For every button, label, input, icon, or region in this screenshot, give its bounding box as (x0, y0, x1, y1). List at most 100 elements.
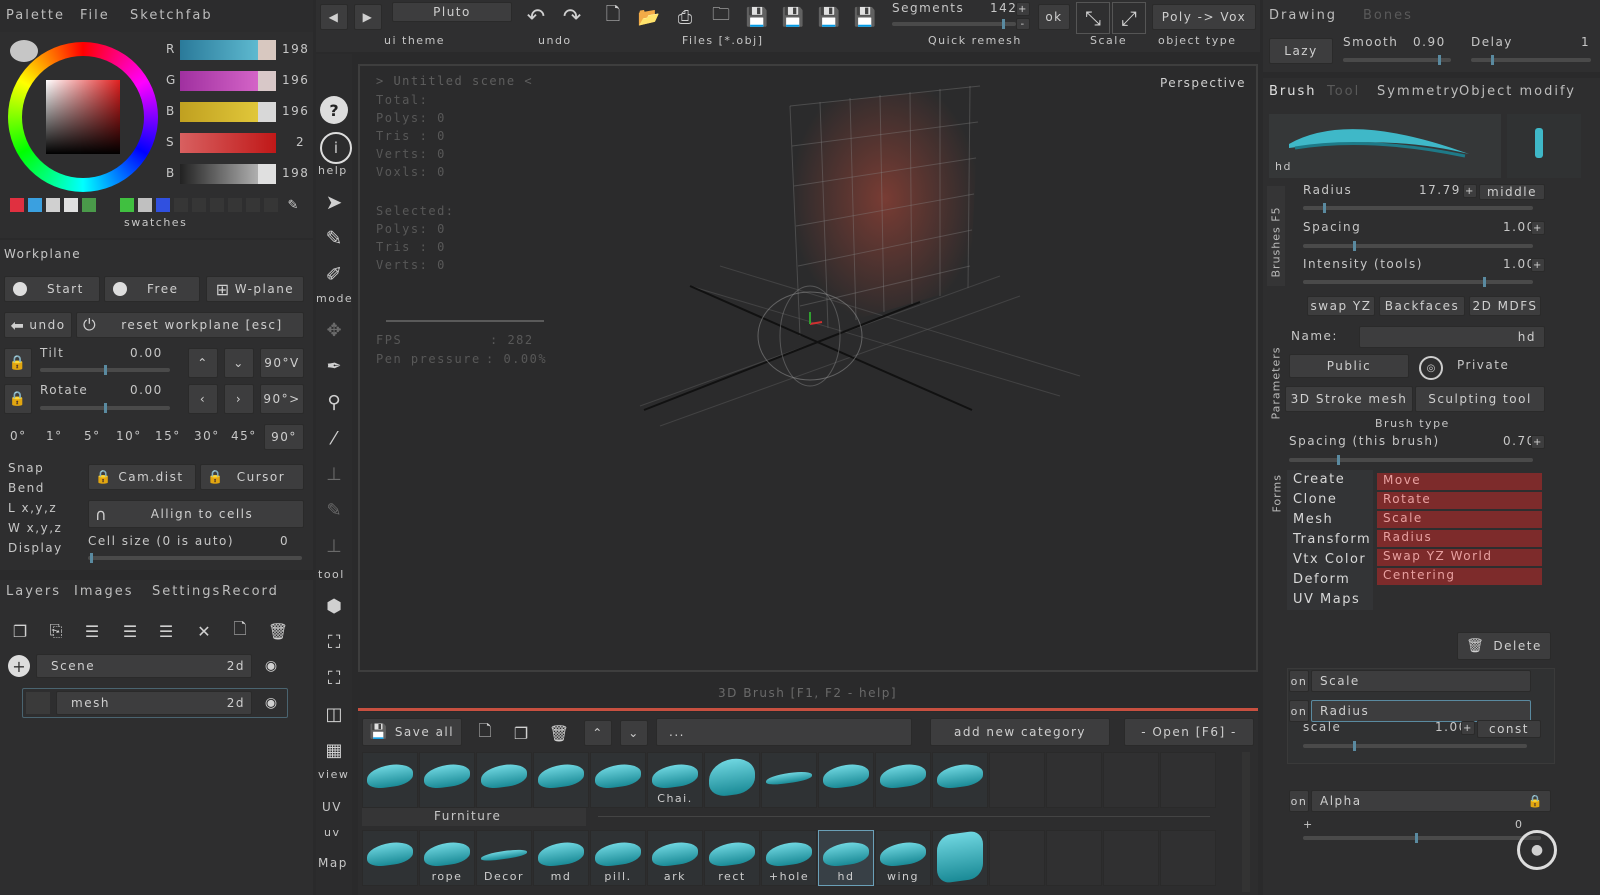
lxyz-label[interactable]: L x,y,z (8, 501, 57, 515)
tab-record[interactable]: Record (222, 584, 279, 599)
alpha-button[interactable]: Alpha 🔒 (1311, 790, 1551, 812)
frame-view-icon[interactable]: ⛶ (320, 628, 348, 656)
brush-thumb[interactable]: ark (647, 830, 703, 886)
grid-view-icon[interactable]: ▦ (320, 736, 348, 764)
brush-thumb[interactable] (533, 752, 589, 808)
swatch[interactable] (210, 198, 224, 212)
brush-thumb[interactable]: Decor (476, 830, 532, 886)
eye-icon[interactable]: ◉ (258, 655, 284, 677)
theme-next-button[interactable]: ▶ (354, 4, 382, 30)
rotate-lock-button[interactable]: 🔒 (4, 384, 32, 414)
open-library-button[interactable]: - Open [F6] - (1124, 718, 1254, 746)
name-field[interactable]: hd (1359, 326, 1545, 348)
angle-30[interactable]: 30° (194, 429, 220, 443)
knife-tool-icon[interactable]: ⁄ (320, 424, 348, 452)
brush-thumb[interactable] (704, 752, 760, 808)
empty-slot[interactable] (1160, 752, 1216, 808)
brushes-side-tab[interactable]: Brushes F5 (1267, 186, 1285, 286)
stroke-mesh-button[interactable]: 3D Stroke mesh (1285, 386, 1413, 412)
wplane-button[interactable]: ⊞ W-plane (206, 276, 304, 302)
move-tool-icon[interactable]: ✥ (320, 316, 348, 344)
tab-object-modify[interactable]: Object modify (1459, 84, 1576, 99)
color-square[interactable] (46, 80, 120, 154)
trash-icon[interactable]: 🗑 (546, 720, 572, 746)
delete-button[interactable]: 🗑 Delete (1457, 632, 1551, 660)
brush-thumb[interactable] (761, 752, 817, 808)
brush-thumb[interactable] (419, 752, 475, 808)
radius-on-toggle[interactable]: on (1289, 700, 1309, 722)
angle-15[interactable]: 15° (155, 429, 181, 443)
menu-mesh[interactable]: Mesh (1293, 512, 1333, 527)
camdist-button[interactable]: 🔒 Cam.dist (88, 464, 196, 490)
duplicate-layer-icon[interactable]: ❐ (6, 618, 34, 644)
angle-90-button[interactable]: 90° (264, 424, 304, 450)
angle-45[interactable]: 45° (231, 429, 257, 443)
brush-thumb[interactable] (590, 752, 646, 808)
map-label[interactable]: Map (318, 856, 348, 870)
reset-workplane-button[interactable]: ⏻ reset workplane [esc] (76, 312, 304, 338)
layer-mesh[interactable]: mesh 2d (56, 691, 252, 715)
angle-0[interactable]: 0° (10, 429, 27, 443)
swatch[interactable] (46, 198, 60, 212)
forms-side-tab[interactable]: Forms (1267, 440, 1285, 512)
intensity-plus-button[interactable]: + (1531, 258, 1545, 272)
trash-icon[interactable]: 🗑 (264, 618, 292, 644)
angle-10[interactable]: 10° (116, 429, 142, 443)
radius-plus-button[interactable]: + (1463, 184, 1477, 198)
rotate-left-button[interactable]: ‹ (188, 384, 218, 414)
add-layer-icon[interactable]: + (8, 655, 30, 677)
menu-file[interactable]: File (80, 8, 110, 23)
tilt-lock-button[interactable]: 🔒 (4, 348, 32, 378)
empty-slot[interactable] (989, 752, 1045, 808)
swatch[interactable] (228, 198, 242, 212)
library-scrollbar[interactable] (1242, 752, 1250, 892)
scale-center-icon[interactable]: ⤢ (1112, 2, 1146, 34)
swatch[interactable] (246, 198, 260, 212)
menu-deform[interactable]: Deform (1293, 572, 1350, 587)
tab-images[interactable]: Images (74, 584, 134, 599)
public-button[interactable]: Public (1289, 354, 1409, 378)
radius-slider[interactable] (1303, 203, 1533, 213)
empty-slot[interactable] (1046, 752, 1102, 808)
tilt-slider[interactable] (40, 365, 170, 375)
fit-view-icon[interactable]: ⛶ (320, 664, 348, 692)
segments-minus-button[interactable]: - (1016, 18, 1030, 30)
scale-modifier-button[interactable]: Scale (1311, 670, 1531, 692)
menu-create[interactable]: Create (1293, 472, 1345, 487)
empty-slot[interactable] (1046, 830, 1102, 886)
stamp-tool-icon[interactable]: ⚲ (320, 388, 348, 416)
layer-list-icon[interactable]: ☰ (78, 618, 106, 644)
mod-scale-slider[interactable] (1303, 741, 1527, 751)
brush-thumb[interactable] (932, 830, 988, 886)
pen-tool-icon[interactable]: ✒ (320, 352, 348, 380)
smooth-slider[interactable] (1343, 55, 1451, 65)
menu-centering[interactable]: Centering (1377, 568, 1542, 585)
segments-slider[interactable] (892, 19, 1016, 29)
angle-1[interactable]: 1° (46, 429, 63, 443)
save-all-button[interactable]: 💾 Save all (362, 718, 462, 746)
move-up-button[interactable]: ⌃ (584, 720, 612, 746)
menu-uv-maps[interactable]: UV Maps (1293, 592, 1360, 607)
cursor-button[interactable]: 🔒 Cursor (200, 464, 304, 490)
menu-vtx-color[interactable]: Vtx Color (1293, 552, 1366, 567)
menu-scale[interactable]: Scale (1377, 511, 1542, 528)
scale-on-toggle[interactable]: on (1289, 670, 1309, 692)
radius-mode-button[interactable]: middle (1479, 184, 1545, 200)
empty-slot[interactable] (1160, 830, 1216, 886)
radius-modifier-button[interactable]: Radius (1311, 700, 1531, 722)
angle-5[interactable]: 5° (84, 429, 101, 443)
tab-drawing[interactable]: Drawing (1269, 8, 1337, 23)
new-layer-icon[interactable]: 🗋 (226, 618, 254, 644)
tab-layers[interactable]: Layers (6, 584, 61, 599)
swatch[interactable] (28, 198, 42, 212)
swatch[interactable] (156, 198, 170, 212)
viewport[interactable]: > Untitled scene < Perspective Total: Po… (358, 64, 1258, 672)
tab-tool[interactable]: Tool (1327, 84, 1360, 99)
swatch[interactable] (174, 198, 188, 212)
mdfs-button[interactable]: 2D MDFS (1469, 296, 1541, 316)
free-button[interactable]: Free (104, 276, 200, 302)
delay-slider[interactable] (1471, 55, 1591, 65)
camera-view-icon[interactable]: ◫ (320, 700, 348, 728)
layer-scene[interactable]: Scene 2d (36, 654, 252, 678)
menu-transform[interactable]: Transform (1293, 532, 1371, 547)
